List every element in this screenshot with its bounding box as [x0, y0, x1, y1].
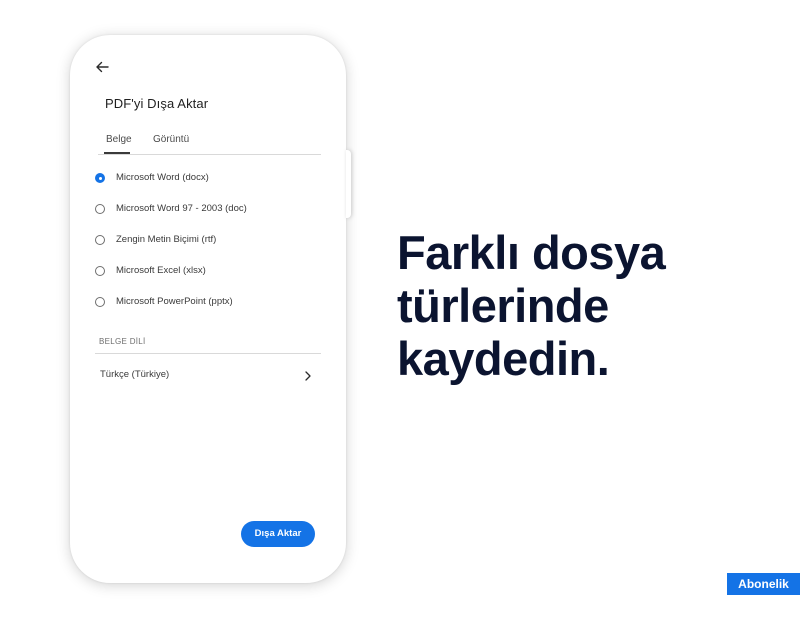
headline-line: türlerinde	[397, 279, 609, 332]
tab-belge[interactable]: Belge	[106, 134, 132, 145]
section-divider	[95, 353, 321, 354]
document-language-value: Türkçe (Türkiye)	[100, 369, 170, 380]
headline-line: kaydedin.	[397, 332, 610, 385]
phone-side-button	[346, 150, 351, 218]
export-button[interactable]: Dışa Aktar	[241, 521, 315, 547]
radio-unselected-icon[interactable]	[95, 297, 105, 307]
subscription-badge: Abonelik	[727, 573, 800, 595]
format-option-doc[interactable]: Microsoft Word 97 - 2003 (doc)	[95, 202, 325, 218]
chevron-right-icon	[303, 369, 313, 381]
format-option-label: Zengin Metin Biçimi (rtf)	[116, 234, 217, 245]
radio-unselected-icon[interactable]	[95, 204, 105, 214]
tab-goruntu[interactable]: Görüntü	[153, 134, 189, 145]
tab-bar: Belge Görüntü	[98, 132, 321, 155]
marketing-headline: Farklı dosya türlerinde kaydedin.	[397, 226, 666, 385]
format-option-xlsx[interactable]: Microsoft Excel (xlsx)	[95, 264, 325, 280]
page-title: PDF'yi Dışa Aktar	[105, 96, 209, 111]
format-option-label: Microsoft Excel (xlsx)	[116, 265, 206, 276]
format-option-rtf[interactable]: Zengin Metin Biçimi (rtf)	[95, 233, 325, 249]
format-option-label: Microsoft Word 97 - 2003 (doc)	[116, 203, 247, 214]
format-option-label: Microsoft PowerPoint (pptx)	[116, 296, 233, 307]
radio-unselected-icon[interactable]	[95, 235, 105, 245]
back-arrow-icon[interactable]	[93, 58, 111, 76]
format-option-label: Microsoft Word (docx)	[116, 172, 209, 183]
document-language-section-label: BELGE DİLİ	[99, 337, 146, 346]
headline-line: Farklı dosya	[397, 226, 666, 279]
active-tab-indicator	[104, 152, 130, 154]
radio-unselected-icon[interactable]	[95, 266, 105, 276]
format-option-docx[interactable]: Microsoft Word (docx)	[95, 171, 325, 187]
radio-selected-icon[interactable]	[95, 173, 105, 183]
format-option-pptx[interactable]: Microsoft PowerPoint (pptx)	[95, 295, 325, 311]
document-language-row[interactable]: Türkçe (Türkiye)	[95, 366, 317, 386]
